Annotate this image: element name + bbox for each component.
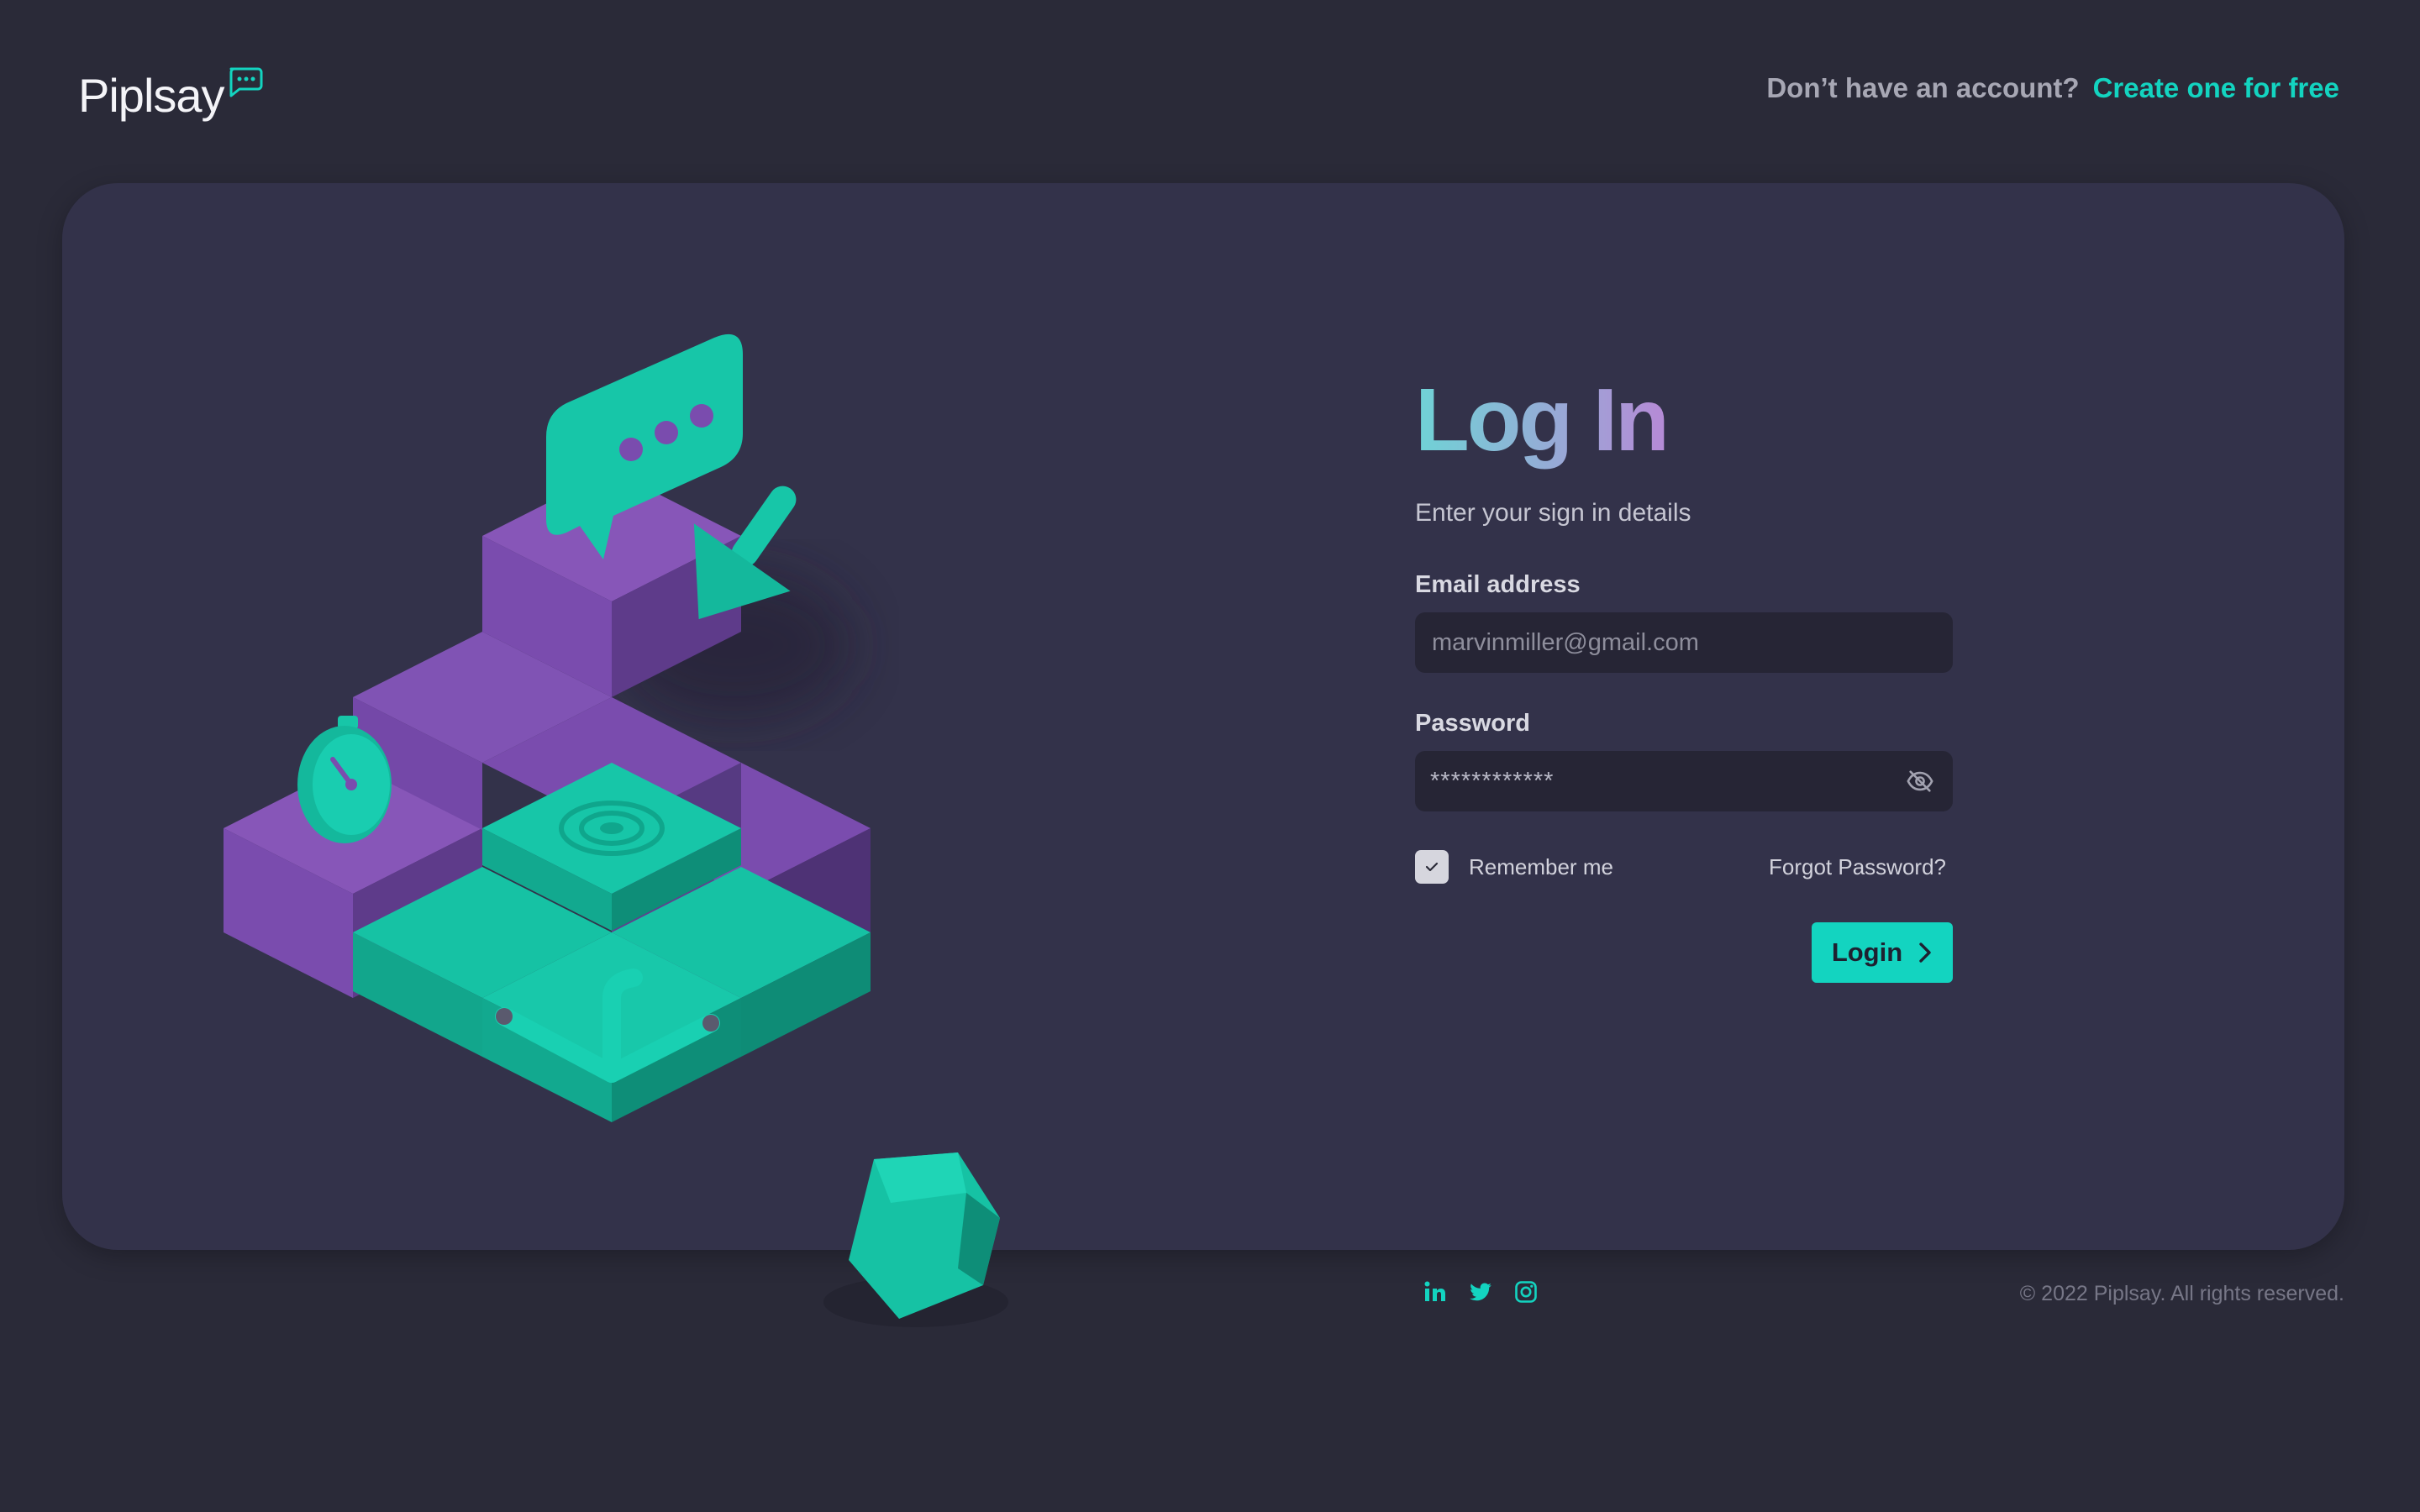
remember-me-checkbox[interactable]: Remember me (1415, 850, 1613, 884)
email-field[interactable] (1430, 627, 1934, 658)
password-label: Password (1415, 710, 1530, 737)
copyright-text: © 2022 Piplsay. All rights reserved. (2019, 1282, 2344, 1305)
signup-question: Don’t have an account? (1766, 72, 2080, 103)
email-field-wrapper (1415, 612, 1953, 673)
eye-off-icon[interactable] (1906, 767, 1934, 795)
checkbox-box[interactable] (1415, 850, 1449, 884)
isometric-blocks-illustration (224, 333, 871, 1122)
login-button[interactable]: Login (1812, 922, 1953, 983)
password-field[interactable]: ************ (1415, 751, 1953, 811)
signup-prompt: Don’t have an account? Create one for fr… (1766, 72, 2339, 104)
social-links (1423, 1280, 1538, 1304)
chevron-right-icon (1919, 942, 1931, 963)
password-value: ************ (1430, 767, 1555, 795)
form-options-row: Remember me Forgot Password? (1415, 850, 1953, 884)
login-button-row: Login (1415, 922, 1953, 983)
brand-name: Piplsay (78, 69, 225, 122)
login-form: Log In Enter your sign in details Email … (1415, 370, 1953, 983)
brand-logo[interactable]: Piplsay (78, 62, 263, 129)
linkedin-icon[interactable] (1423, 1280, 1447, 1304)
hexagon-decoration (823, 1152, 1008, 1327)
forgot-password-link[interactable]: Forgot Password? (1769, 854, 1946, 880)
instagram-icon[interactable] (1514, 1280, 1538, 1304)
page-title: Log In (1415, 370, 1953, 470)
chat-bubble-icon (229, 67, 263, 97)
email-label: Email address (1415, 571, 1581, 598)
page-subtitle: Enter your sign in details (1415, 499, 1691, 527)
checkmark-icon (1425, 862, 1439, 872)
twitter-icon[interactable] (1469, 1280, 1492, 1304)
create-account-link[interactable]: Create one for free (2093, 72, 2339, 104)
login-button-label: Login (1831, 937, 1903, 967)
remember-me-label: Remember me (1469, 853, 1613, 879)
